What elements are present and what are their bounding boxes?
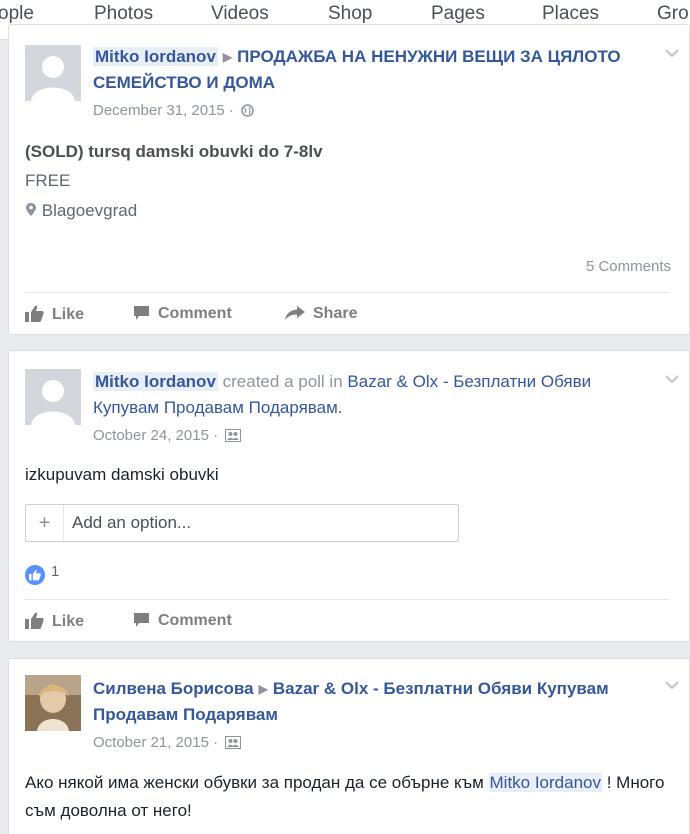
tab-videos[interactable]: Videos — [211, 3, 269, 25]
speech-bubble-icon — [134, 306, 149, 320]
like-button[interactable]: Like — [25, 612, 84, 631]
poll-add-option: + — [25, 504, 459, 542]
post-date[interactable]: October 24, 2015 · — [93, 427, 218, 444]
divider — [25, 599, 669, 600]
author-avatar[interactable] — [25, 369, 81, 425]
like-reaction-icon — [25, 565, 45, 585]
default-profile-icon — [25, 369, 81, 425]
post-header: Mitko Iordanov ▶ ПРОДАЖБА НА НЕНУЖНИ ВЕЩИ … — [93, 44, 649, 96]
author-name[interactable]: Mitko Iordanov — [93, 372, 218, 391]
chevron-down-icon[interactable] — [665, 681, 679, 690]
share-arrow-icon — [285, 306, 305, 320]
group-icon — [225, 429, 242, 446]
thumbs-up-icon — [25, 305, 44, 322]
reaction-count: 1 — [51, 563, 60, 580]
group-icon — [225, 736, 242, 753]
author-avatar[interactable] — [25, 45, 81, 101]
listing-title[interactable]: (SOLD) tursq damski obuvki do 7-8lv — [25, 142, 323, 162]
listing-location: Blagoevgrad — [25, 201, 137, 221]
post-text: Ако някой има женски обувки за продан да… — [25, 773, 665, 820]
globe-icon — [241, 104, 254, 121]
post-timestamp: October 21, 2015 · — [93, 734, 242, 753]
post-timestamp: October 24, 2015 · — [93, 427, 242, 446]
tab-photos[interactable]: Photos — [94, 3, 153, 25]
reaction-summary[interactable]: 1 — [25, 563, 59, 585]
plus-icon[interactable]: + — [26, 505, 64, 541]
post-card: Mitko Iordanov created a poll in Bazar &… — [8, 350, 690, 642]
comments-count[interactable]: 5 Comments — [586, 258, 671, 275]
author-name[interactable]: Силвена Борисова — [93, 679, 254, 698]
profile-photo — [25, 675, 81, 731]
location-name[interactable]: Blagoevgrad — [42, 201, 137, 220]
map-pin-icon — [26, 203, 36, 216]
listing-price: FREE — [25, 171, 71, 190]
tab-groups[interactable]: Gro — [657, 3, 689, 25]
post-date[interactable]: October 21, 2015 · — [93, 734, 218, 751]
chevron-down-icon[interactable] — [665, 49, 679, 58]
thumbs-up-icon — [25, 612, 44, 629]
share-button[interactable]: Share — [285, 305, 357, 323]
tab-places[interactable]: Places — [542, 3, 599, 25]
chevron-down-icon[interactable] — [665, 375, 679, 384]
author-avatar[interactable] — [25, 675, 81, 731]
post-text: izkupuvam damski obuvki — [25, 465, 219, 484]
tab-pages[interactable]: Pages — [431, 3, 485, 25]
post-header: Mitko Iordanov created a poll in Bazar &… — [93, 369, 649, 421]
post-action-text: created a poll in — [222, 372, 343, 391]
user-mention[interactable]: Mitko Iordanov — [488, 773, 602, 792]
post-timestamp: December 31, 2015 · — [93, 102, 254, 121]
tab-shop[interactable]: Shop — [328, 3, 372, 25]
post-card: Силвена Борисова ▶ Bazar & Olx - Безплатни… — [8, 658, 690, 834]
author-name[interactable]: Mitko Iordanov — [93, 47, 218, 66]
poll-option-input[interactable] — [72, 511, 442, 535]
post-date[interactable]: December 31, 2015 · — [93, 102, 234, 119]
triangle-right-icon: ▶ — [258, 682, 268, 696]
tab-people[interactable]: ople — [0, 3, 34, 25]
post-header: Силвена Борисова ▶ Bazar & Olx - Безплатни… — [93, 676, 649, 728]
post-card: Mitko Iordanov ▶ ПРОДАЖБА НА НЕНУЖНИ ВЕЩИ … — [8, 24, 690, 335]
divider — [25, 292, 669, 293]
default-profile-icon — [25, 45, 81, 101]
comment-button[interactable]: Comment — [133, 305, 232, 323]
speech-bubble-icon — [134, 613, 149, 627]
triangle-right-icon: ▶ — [222, 50, 233, 64]
like-button[interactable]: Like — [25, 305, 84, 324]
comment-button[interactable]: Comment — [133, 612, 232, 630]
